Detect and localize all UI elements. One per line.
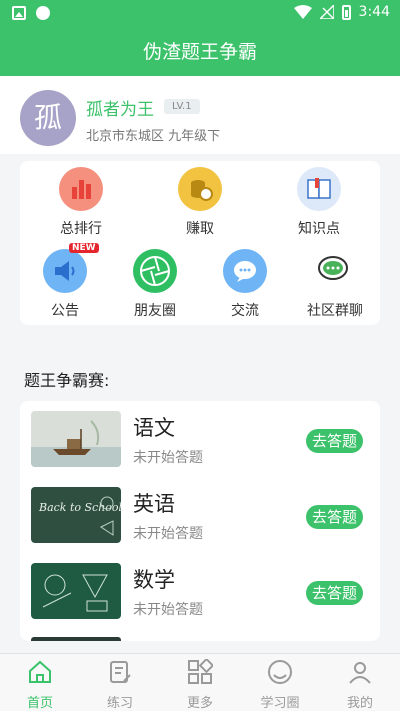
subject-status: 未开始答题 [133,450,203,466]
quick-label: 赚取 [186,221,214,237]
tab-label: 首页 [26,696,53,711]
group-chat-icon [313,249,357,293]
quick-label: 知识点 [298,221,340,237]
subject-row-english[interactable]: Back to School 英语 未开始答题 去答题 [20,477,380,553]
app-title: 伪渣题王争霸 [0,28,400,76]
megaphone-icon: NEW [43,243,99,293]
quick-label: 公告 [51,303,79,319]
tab-label: 更多 [186,696,213,711]
avatar[interactable]: 孤 [20,90,76,146]
quick-item-earn[interactable]: 赚取 [155,167,245,238]
subject-name: 语文 [133,416,175,440]
quick-label: 总排行 [60,221,102,237]
subject-row-math[interactable]: 数学 未开始答题 去答题 [20,553,380,629]
chalkboard-math-image [31,563,121,619]
subject-name: 英语 [133,492,175,516]
chat-bubble-icon [223,249,267,293]
level-badge: LV.1 [164,99,200,114]
tab-more[interactable]: 更多 [160,654,240,711]
quick-item-announcement[interactable]: NEW 公告 [20,243,110,320]
tab-profile[interactable]: 我的 [320,654,400,711]
answer-button[interactable]: 去答题 [306,505,364,529]
ranking-icon [59,167,103,211]
user-location-grade: 北京市东城区 九年级下 [86,129,221,144]
new-badge: NEW [69,243,99,253]
subject-status: 未开始答题 [133,602,203,618]
answer-button[interactable]: 去答题 [306,429,364,453]
quick-item-exchange[interactable]: 交流 [200,249,290,320]
aperture-icon [133,249,177,293]
book-icon [297,167,341,211]
quick-item-community-chat[interactable]: 社区群聊 [290,249,380,320]
quick-item-knowledge[interactable]: 知识点 [274,167,364,238]
tab-practice[interactable]: 练习 [80,654,160,711]
boat-painting-image [31,411,121,467]
app-notification-icon [36,6,50,20]
subject-row-chinese[interactable]: 语文 未开始答题 去答题 [20,401,380,477]
tab-label: 学习圈 [260,696,300,711]
quick-label: 社区群聊 [307,303,363,319]
chalkboard-image: Back to School [31,487,121,543]
subject-status: 未开始答题 [133,526,203,542]
user-name: 孤者为王 [86,100,154,120]
no-signal-icon [319,5,334,19]
next-row-thumbnail-edge [31,637,121,641]
tab-label: 我的 [346,696,373,711]
home-icon [29,660,51,683]
status-time: 3:44 [358,4,390,20]
quick-actions-panel: 总排行 赚取 知识点 NEW 公告 朋友圈 交流 社区群聊 [20,161,380,325]
chalkboard-text: Back to School [38,501,121,514]
quick-item-moments[interactable]: 朋友圈 [110,249,200,320]
quick-label: 朋友圈 [134,303,176,319]
quick-item-ranking[interactable]: 总排行 [36,167,126,238]
answer-button[interactable]: 去答题 [306,581,364,605]
status-bar: 3:44 [0,0,400,28]
section-title: 题王争霸赛: [24,371,110,390]
profile-icon [349,662,371,684]
coins-icon [178,167,222,211]
practice-icon [110,661,131,683]
tab-label: 练习 [106,696,133,711]
tab-home[interactable]: 首页 [0,654,80,711]
wifi-icon [293,5,312,19]
gallery-icon [12,6,26,20]
tab-study-circle[interactable]: 学习圈 [240,654,320,711]
subject-list: 语文 未开始答题 去答题 Back to School 英语 未开始答题 去答题 [20,401,380,641]
subject-name: 数学 [133,568,175,592]
study-circle-icon [268,660,292,684]
battery-icon [341,4,351,20]
more-grid-icon [188,657,215,684]
quick-label: 交流 [231,303,259,319]
profile-card[interactable]: 孤 孤者为王 LV.1 北京市东城区 九年级下 [0,76,400,154]
bottom-tab-bar: 首页 练习 更多 学习圈 我的 [0,653,400,711]
